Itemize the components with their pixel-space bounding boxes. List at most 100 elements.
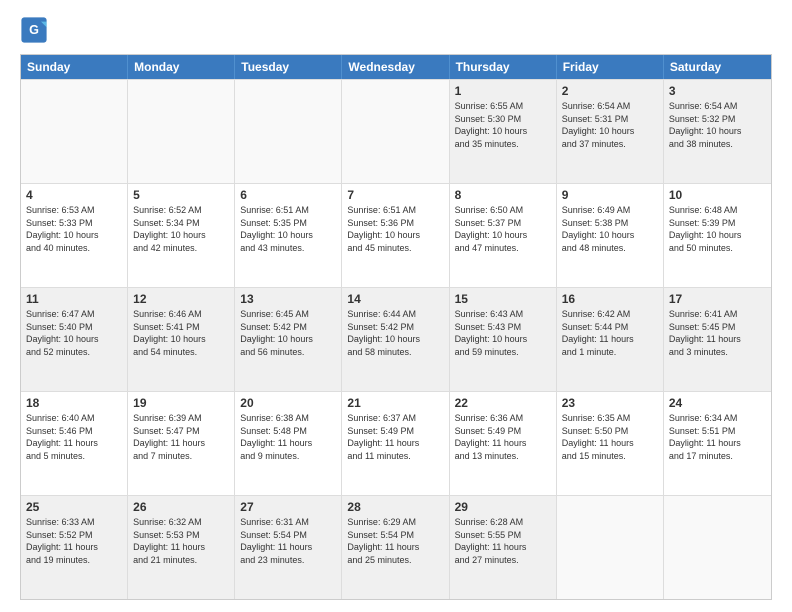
cell-info: Sunrise: 6:40 AMSunset: 5:46 PMDaylight:…: [26, 412, 122, 462]
cell-info: Sunrise: 6:46 AMSunset: 5:41 PMDaylight:…: [133, 308, 229, 358]
day-number: 20: [240, 396, 336, 410]
calendar-cell: 21 Sunrise: 6:37 AMSunset: 5:49 PMDayligh…: [342, 392, 449, 495]
cell-info: Sunrise: 6:49 AMSunset: 5:38 PMDaylight:…: [562, 204, 658, 254]
day-number: 15: [455, 292, 551, 306]
calendar-cell: 3 Sunrise: 6:54 AMSunset: 5:32 PMDaylight…: [664, 80, 771, 183]
logo-icon: G: [20, 16, 48, 44]
cell-info: Sunrise: 6:28 AMSunset: 5:55 PMDaylight:…: [455, 516, 551, 566]
day-number: 11: [26, 292, 122, 306]
cell-info: Sunrise: 6:34 AMSunset: 5:51 PMDaylight:…: [669, 412, 766, 462]
cell-info: Sunrise: 6:33 AMSunset: 5:52 PMDaylight:…: [26, 516, 122, 566]
cell-info: Sunrise: 6:31 AMSunset: 5:54 PMDaylight:…: [240, 516, 336, 566]
calendar-cell: 27 Sunrise: 6:31 AMSunset: 5:54 PMDayligh…: [235, 496, 342, 599]
cell-info: Sunrise: 6:48 AMSunset: 5:39 PMDaylight:…: [669, 204, 766, 254]
day-number: 29: [455, 500, 551, 514]
calendar-cell: 5Sunrise: 6:52 AMSunset: 5:34 PMDaylight…: [128, 184, 235, 287]
calendar-row: 25 Sunrise: 6:33 AMSunset: 5:52 PMDayligh…: [21, 495, 771, 599]
calendar-cell: 8 Sunrise: 6:50 AMSunset: 5:37 PMDaylight…: [450, 184, 557, 287]
day-number: 14: [347, 292, 443, 306]
cell-info: Sunrise: 6:45 AMSunset: 5:42 PMDaylight:…: [240, 308, 336, 358]
calendar-cell: 19 Sunrise: 6:39 AMSunset: 5:47 PMDayligh…: [128, 392, 235, 495]
calendar-cell: 9 Sunrise: 6:49 AMSunset: 5:38 PMDaylight…: [557, 184, 664, 287]
cal-header-cell: Tuesday: [235, 55, 342, 79]
cal-header-cell: Wednesday: [342, 55, 449, 79]
cell-info: Sunrise: 6:43 AMSunset: 5:43 PMDaylight:…: [455, 308, 551, 358]
calendar-cell: 1 Sunrise: 6:55 AMSunset: 5:30 PMDaylight…: [450, 80, 557, 183]
day-number: 23: [562, 396, 658, 410]
day-number: 3: [669, 84, 766, 98]
day-number: 9: [562, 188, 658, 202]
day-number: 6: [240, 188, 336, 202]
cell-info: Sunrise: 6:47 AMSunset: 5:40 PMDaylight:…: [26, 308, 122, 358]
cell-info: Sunrise: 6:51 AMSunset: 5:35 PMDaylight:…: [240, 204, 336, 254]
cal-header-cell: Sunday: [21, 55, 128, 79]
calendar-row: 4 Sunrise: 6:53 AMSunset: 5:33 PMDaylight…: [21, 183, 771, 287]
cell-info: Sunrise: 6:41 AMSunset: 5:45 PMDaylight:…: [669, 308, 766, 358]
cell-info: Sunrise: 6:50 AMSunset: 5:37 PMDaylight:…: [455, 204, 551, 254]
cal-header-cell: Monday: [128, 55, 235, 79]
day-number: 27: [240, 500, 336, 514]
logo: G: [20, 16, 50, 44]
cell-info: Sunrise: 6:35 AMSunset: 5:50 PMDaylight:…: [562, 412, 658, 462]
day-number: 5: [133, 188, 229, 202]
calendar-row: 18Sunrise: 6:40 AMSunset: 5:46 PMDayligh…: [21, 391, 771, 495]
cell-info: Sunrise: 6:51 AMSunset: 5:36 PMDaylight:…: [347, 204, 443, 254]
day-number: 26: [133, 500, 229, 514]
cal-header-cell: Saturday: [664, 55, 771, 79]
cell-info: Sunrise: 6:39 AMSunset: 5:47 PMDaylight:…: [133, 412, 229, 462]
calendar-cell: 23 Sunrise: 6:35 AMSunset: 5:50 PMDayligh…: [557, 392, 664, 495]
calendar-cell: 10 Sunrise: 6:48 AMSunset: 5:39 PMDayligh…: [664, 184, 771, 287]
calendar-cell: 7 Sunrise: 6:51 AMSunset: 5:36 PMDaylight…: [342, 184, 449, 287]
day-number: 8: [455, 188, 551, 202]
day-number: 22: [455, 396, 551, 410]
cell-info: Sunrise: 6:55 AMSunset: 5:30 PMDaylight:…: [455, 100, 551, 150]
calendar-cell: 13 Sunrise: 6:45 AMSunset: 5:42 PMDayligh…: [235, 288, 342, 391]
calendar-cell: 22 Sunrise: 6:36 AMSunset: 5:49 PMDayligh…: [450, 392, 557, 495]
day-number: 28: [347, 500, 443, 514]
day-number: 4: [26, 188, 122, 202]
calendar-cell: 28 Sunrise: 6:29 AMSunset: 5:54 PMDayligh…: [342, 496, 449, 599]
day-number: 19: [133, 396, 229, 410]
calendar-cell: 17Sunrise: 6:41 AMSunset: 5:45 PMDayligh…: [664, 288, 771, 391]
calendar-cell: 15 Sunrise: 6:43 AMSunset: 5:43 PMDayligh…: [450, 288, 557, 391]
calendar-cell: 16 Sunrise: 6:42 AMSunset: 5:44 PMDayligh…: [557, 288, 664, 391]
cell-info: Sunrise: 6:37 AMSunset: 5:49 PMDaylight:…: [347, 412, 443, 462]
cal-header-cell: Friday: [557, 55, 664, 79]
cell-info: Sunrise: 6:53 AMSunset: 5:33 PMDaylight:…: [26, 204, 122, 254]
calendar-cell: 14 Sunrise: 6:44 AMSunset: 5:42 PMDayligh…: [342, 288, 449, 391]
cell-info: Sunrise: 6:42 AMSunset: 5:44 PMDaylight:…: [562, 308, 658, 358]
day-number: 10: [669, 188, 766, 202]
calendar-cell: 29 Sunrise: 6:28 AMSunset: 5:55 PMDayligh…: [450, 496, 557, 599]
cell-info: Sunrise: 6:36 AMSunset: 5:49 PMDaylight:…: [455, 412, 551, 462]
calendar-cell: 12 Sunrise: 6:46 AMSunset: 5:41 PMDayligh…: [128, 288, 235, 391]
day-number: 21: [347, 396, 443, 410]
cell-info: Sunrise: 6:44 AMSunset: 5:42 PMDaylight:…: [347, 308, 443, 358]
cell-info: Sunrise: 6:54 AMSunset: 5:32 PMDaylight:…: [669, 100, 766, 150]
calendar-cell: 2Sunrise: 6:54 AMSunset: 5:31 PMDaylight…: [557, 80, 664, 183]
calendar-cell: [342, 80, 449, 183]
header: G: [20, 16, 772, 44]
calendar-row: 11 Sunrise: 6:47 AMSunset: 5:40 PMDayligh…: [21, 287, 771, 391]
svg-text:G: G: [29, 23, 39, 37]
page: G SundayMondayTuesdayWednesdayThursdayFr…: [0, 0, 792, 612]
calendar-header-row: SundayMondayTuesdayWednesdayThursdayFrid…: [21, 55, 771, 79]
day-number: 2: [562, 84, 658, 98]
cell-info: Sunrise: 6:38 AMSunset: 5:48 PMDaylight:…: [240, 412, 336, 462]
calendar-cell: [21, 80, 128, 183]
day-number: 13: [240, 292, 336, 306]
calendar-cell: 20 Sunrise: 6:38 AMSunset: 5:48 PMDayligh…: [235, 392, 342, 495]
day-number: 24: [669, 396, 766, 410]
calendar-cell: 4 Sunrise: 6:53 AMSunset: 5:33 PMDaylight…: [21, 184, 128, 287]
calendar-cell: 11 Sunrise: 6:47 AMSunset: 5:40 PMDayligh…: [21, 288, 128, 391]
cell-info: Sunrise: 6:29 AMSunset: 5:54 PMDaylight:…: [347, 516, 443, 566]
day-number: 16: [562, 292, 658, 306]
day-number: 1: [455, 84, 551, 98]
calendar-row: 1 Sunrise: 6:55 AMSunset: 5:30 PMDaylight…: [21, 79, 771, 183]
day-number: 25: [26, 500, 122, 514]
calendar-cell: [235, 80, 342, 183]
calendar-cell: 25 Sunrise: 6:33 AMSunset: 5:52 PMDayligh…: [21, 496, 128, 599]
calendar-body: 1 Sunrise: 6:55 AMSunset: 5:30 PMDaylight…: [21, 79, 771, 599]
day-number: 7: [347, 188, 443, 202]
day-number: 12: [133, 292, 229, 306]
calendar-cell: 18Sunrise: 6:40 AMSunset: 5:46 PMDayligh…: [21, 392, 128, 495]
